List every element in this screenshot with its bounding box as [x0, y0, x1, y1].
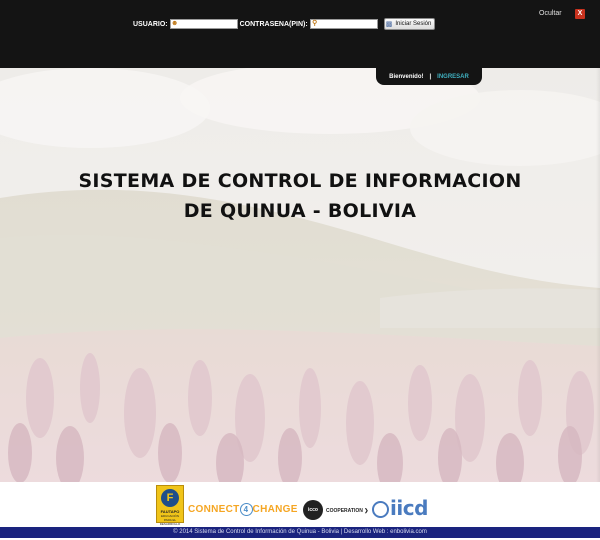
- footer-bar: © 2014 Sistema de Control de Información…: [0, 527, 600, 538]
- page-title-line2: DE QUINUA - BOLIVIA: [183, 200, 417, 222]
- welcome-tab: Bienvenido! | INGRESAR: [376, 68, 482, 85]
- page-title: SISTEMA DE CONTROL DE INFORMACION DE QUI…: [60, 166, 540, 226]
- login-panel: USUARIO: ☻ CONTRASENA(PIN): ⚲ ▩ Iniciar …: [0, 0, 600, 68]
- login-form: USUARIO: ☻ CONTRASENA(PIN): ⚲ ▩ Iniciar …: [133, 17, 436, 31]
- key-icon: ⚲: [312, 20, 318, 27]
- page-title-line1: SISTEMA DE CONTROL DE INFORMACION: [78, 170, 522, 192]
- user-input[interactable]: [178, 20, 235, 28]
- pin-input[interactable]: [318, 20, 375, 28]
- connect4change-pre: CONNECT: [188, 504, 240, 516]
- hide-panel-link[interactable]: Ocultar: [539, 10, 562, 17]
- footer-text: © 2014 Sistema de Control de Información…: [173, 529, 427, 535]
- fautapo-mark: F: [161, 489, 179, 507]
- partner-logos: [0, 482, 600, 527]
- connect4change-logo: CONNECT 4 CHANGE: [188, 503, 298, 516]
- page-edge: [596, 68, 600, 482]
- login-button-label: Iniciar Sesión: [395, 21, 432, 27]
- connect4change-number: 4: [239, 503, 253, 516]
- quinoa-field-image: [0, 68, 600, 482]
- iicd-logo: iicd: [372, 496, 428, 520]
- iicd-text: iicd: [390, 496, 428, 520]
- iicd-ring-icon: [372, 501, 389, 518]
- login-toggle-link[interactable]: INGRESAR: [437, 74, 469, 80]
- pin-label: CONTRASENA(PIN):: [239, 20, 308, 28]
- tab-separator: |: [429, 73, 432, 80]
- welcome-text: Bienvenido!: [389, 73, 424, 80]
- hero-background: [0, 68, 600, 482]
- close-icon[interactable]: X: [575, 9, 585, 19]
- user-label: USUARIO:: [133, 20, 168, 28]
- login-icon: ▩: [385, 21, 393, 28]
- user-icon: ☻: [170, 20, 179, 27]
- fautapo-logo: F FAUTAPO EDUCACIÓN PARA EL DESARROLLO: [156, 485, 184, 526]
- fautapo-tagline: EDUCACIÓN PARA EL DESARROLLO: [159, 514, 181, 526]
- login-button[interactable]: ▩ Iniciar Sesión: [383, 18, 436, 30]
- icco-logo: icco: [303, 500, 323, 520]
- connect4change-post: CHANGE: [252, 504, 298, 516]
- user-field[interactable]: ☻: [169, 19, 238, 29]
- pin-field[interactable]: ⚲: [309, 19, 378, 29]
- icco-cooperation-text: COOPERATION ❯: [326, 508, 369, 514]
